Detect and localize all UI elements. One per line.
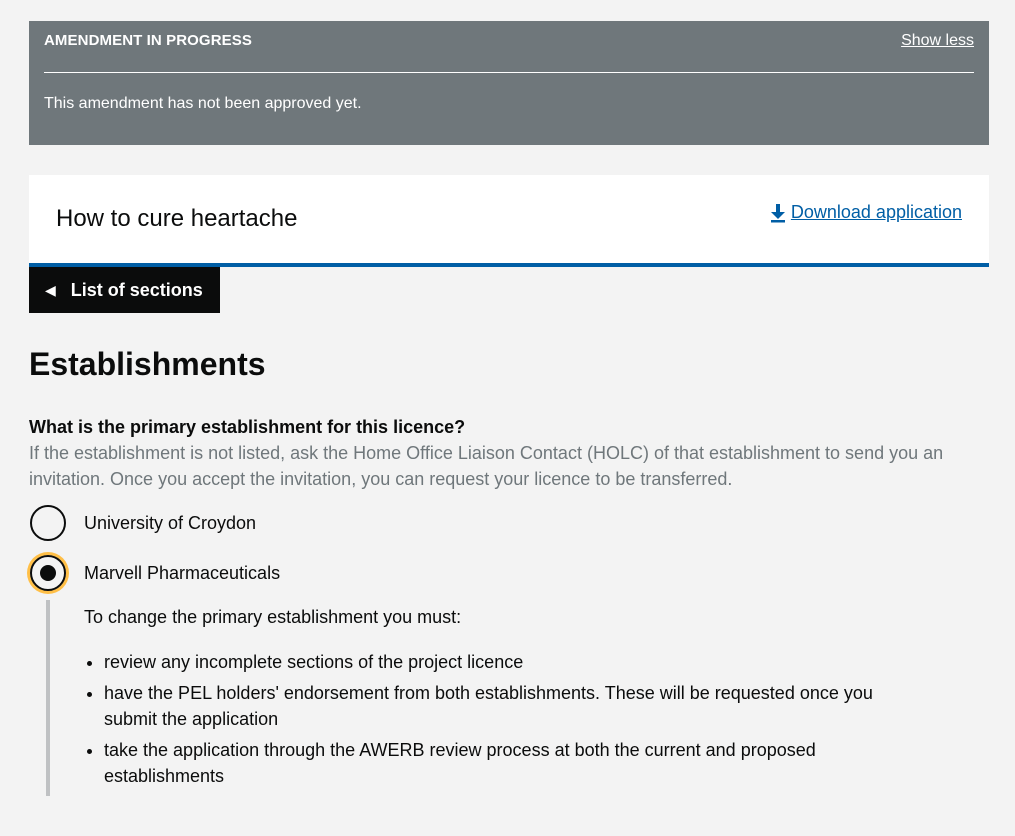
download-application-label: Download application: [790, 202, 962, 222]
conditional-reveal-panel: To change the primary establishment you …: [46, 600, 989, 796]
requirements-list: review any incomplete sections of the pr…: [84, 649, 874, 789]
project-title: How to cure heartache: [56, 205, 298, 232]
question-hint: If the establishment is not listed, ask …: [29, 443, 944, 489]
radio-button-unselected[interactable]: [30, 505, 66, 541]
radio-button-selected[interactable]: [30, 555, 66, 591]
conditional-intro: To change the primary establishment you …: [84, 607, 462, 627]
radio-selected-dot: [40, 565, 56, 581]
radio-label: Marvell Pharmaceuticals: [84, 562, 281, 583]
triangle-left-icon: ◀: [45, 281, 56, 298]
show-less-link[interactable]: Show less: [901, 32, 974, 50]
amendment-banner-header: AMENDMENT IN PROGRESS Show less: [44, 32, 974, 50]
list-of-sections-button[interactable]: ◀ List of sections: [29, 267, 220, 313]
list-of-sections-label: List of sections: [70, 279, 203, 300]
amendment-banner-message: This amendment has not been approved yet…: [44, 95, 362, 112]
banner-divider: [44, 72, 974, 73]
list-item: review any incomplete sections of the pr…: [104, 649, 874, 675]
page-heading: Establishments: [29, 346, 266, 382]
amendment-banner-title: AMENDMENT IN PROGRESS: [44, 32, 252, 49]
download-icon: [769, 203, 787, 223]
download-application-link[interactable]: Download application: [769, 202, 962, 223]
radio-label: University of Croydon: [84, 512, 257, 533]
question-label: What is the primary establishment for th…: [29, 417, 466, 437]
project-title-card: How to cure heartache Download applicati…: [29, 175, 989, 267]
radio-option-marvell-pharmaceuticals[interactable]: Marvell Pharmaceuticals: [29, 548, 989, 598]
amendment-banner: AMENDMENT IN PROGRESS Show less This ame…: [29, 21, 989, 145]
list-item: take the application through the AWERB r…: [104, 737, 874, 789]
list-item: have the PEL holders' endorsement from b…: [104, 680, 874, 732]
radio-option-university-of-croydon[interactable]: University of Croydon: [29, 498, 989, 548]
page-container: AMENDMENT IN PROGRESS Show less This ame…: [29, 21, 989, 796]
